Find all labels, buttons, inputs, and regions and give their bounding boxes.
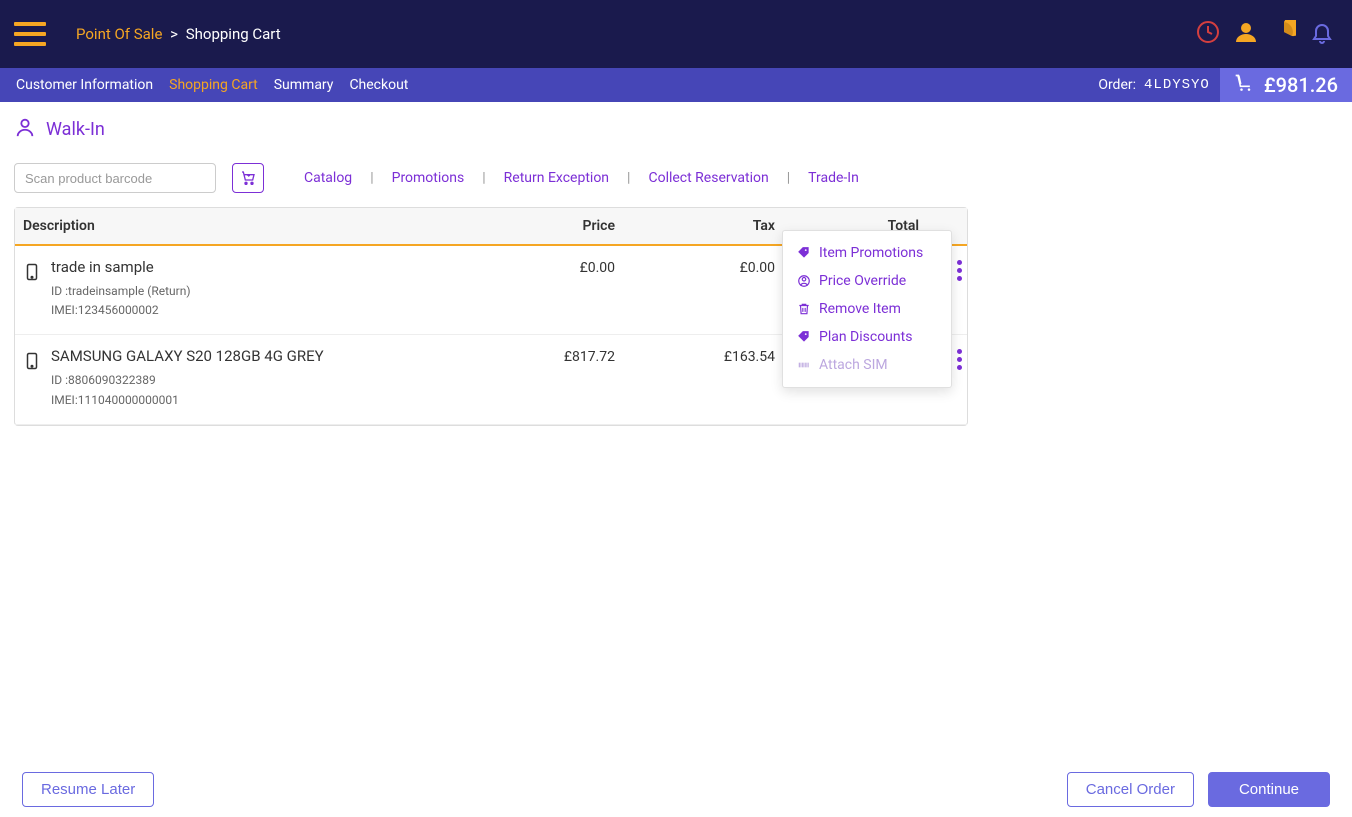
cart-table: Description Price Tax Total trade in sam… [14, 207, 968, 426]
item-imei: IMEI:111040000000001 [51, 391, 324, 410]
app-header: Point Of Sale > Shopping Cart [0, 0, 1352, 68]
cart-total-box[interactable]: £981.26 [1220, 68, 1352, 102]
row-description: trade in sample ID :tradeinsample (Retur… [23, 258, 479, 320]
tab-customer-info[interactable]: Customer Information [8, 77, 161, 93]
link-bar: Catalog | Promotions | Return Exception … [304, 170, 859, 186]
item-price: £817.72 [479, 347, 639, 409]
main-content: Walk-In Catalog | Promotions | Return Ex… [0, 102, 1352, 440]
item-id: ID :8806090322389 [51, 371, 324, 390]
link-separator: | [482, 170, 485, 186]
add-to-cart-button[interactable] [232, 163, 264, 193]
resume-later-button[interactable]: Resume Later [22, 772, 154, 807]
step-tabs: Customer Information Shopping Cart Summa… [0, 68, 1352, 102]
row-actions-button[interactable] [950, 349, 968, 370]
item-imei: IMEI:123456000002 [51, 301, 191, 320]
bell-icon[interactable] [1310, 20, 1334, 48]
menu-label: Remove Item [819, 301, 901, 317]
link-separator: | [627, 170, 630, 186]
link-separator: | [787, 170, 790, 186]
menu-label: Attach SIM [819, 357, 888, 373]
item-name: SAMSUNG GALAXY S20 128GB 4G GREY [51, 347, 324, 365]
customer-row[interactable]: Walk-In [14, 116, 1338, 143]
breadcrumb-current: Shopping Cart [186, 25, 281, 43]
customer-name: Walk-In [46, 119, 105, 140]
item-tax: £163.54 [639, 347, 799, 409]
col-description: Description [23, 218, 479, 234]
breadcrumb-separator: > [170, 25, 178, 43]
col-tax: Tax [639, 218, 799, 234]
device-icon [23, 258, 41, 288]
menu-item-promotions[interactable]: Item Promotions [783, 239, 951, 267]
user-icon[interactable] [1234, 20, 1258, 48]
device-icon [23, 347, 41, 377]
barcode-input[interactable] [14, 163, 216, 193]
menu-remove-item[interactable]: Remove Item [783, 295, 951, 323]
menu-icon[interactable] [14, 22, 46, 46]
header-icon-group [1196, 20, 1334, 48]
tab-checkout[interactable]: Checkout [341, 77, 416, 93]
cart-icon [1234, 73, 1254, 97]
link-trade-in[interactable]: Trade-In [808, 170, 859, 186]
menu-label: Price Override [819, 273, 906, 289]
item-tax: £0.00 [639, 258, 799, 320]
link-collect-reservation[interactable]: Collect Reservation [648, 170, 768, 186]
col-price: Price [479, 218, 639, 234]
menu-attach-sim[interactable]: Attach SIM [783, 351, 951, 379]
item-name: trade in sample [51, 258, 191, 276]
link-separator: | [370, 170, 373, 186]
row-description: SAMSUNG GALAXY S20 128GB 4G GREY ID :880… [23, 347, 479, 409]
pie-chart-icon[interactable] [1272, 20, 1296, 48]
link-promotions[interactable]: Promotions [392, 170, 465, 186]
row-context-menu: Item Promotions Price Override Remove It… [782, 230, 952, 388]
tab-shopping-cart[interactable]: Shopping Cart [161, 77, 266, 93]
link-return-exception[interactable]: Return Exception [504, 170, 609, 186]
cart-total: £981.26 [1264, 73, 1338, 97]
menu-price-override[interactable]: Price Override [783, 267, 951, 295]
order-id: 4LDYSYO [1144, 77, 1220, 93]
continue-button[interactable]: Continue [1208, 772, 1330, 807]
breadcrumb-root[interactable]: Point Of Sale [76, 25, 162, 43]
person-icon [14, 116, 36, 143]
cancel-order-button[interactable]: Cancel Order [1067, 772, 1194, 807]
order-info: Order: 4LDYSYO £981.26 [1098, 68, 1352, 102]
menu-label: Plan Discounts [819, 329, 912, 345]
item-id: ID :tradeinsample (Return) [51, 282, 191, 301]
toolbar-row: Catalog | Promotions | Return Exception … [14, 163, 1338, 193]
breadcrumb: Point Of Sale > Shopping Cart [76, 25, 281, 43]
item-price: £0.00 [479, 258, 639, 320]
footer-actions: Resume Later Cancel Order Continue [0, 762, 1352, 817]
menu-label: Item Promotions [819, 245, 923, 261]
clock-icon[interactable] [1196, 20, 1220, 48]
row-actions-button[interactable] [950, 260, 968, 281]
order-label: Order: [1098, 77, 1144, 93]
tab-summary[interactable]: Summary [266, 77, 342, 93]
link-catalog[interactable]: Catalog [304, 170, 352, 186]
menu-plan-discounts[interactable]: Plan Discounts [783, 323, 951, 351]
